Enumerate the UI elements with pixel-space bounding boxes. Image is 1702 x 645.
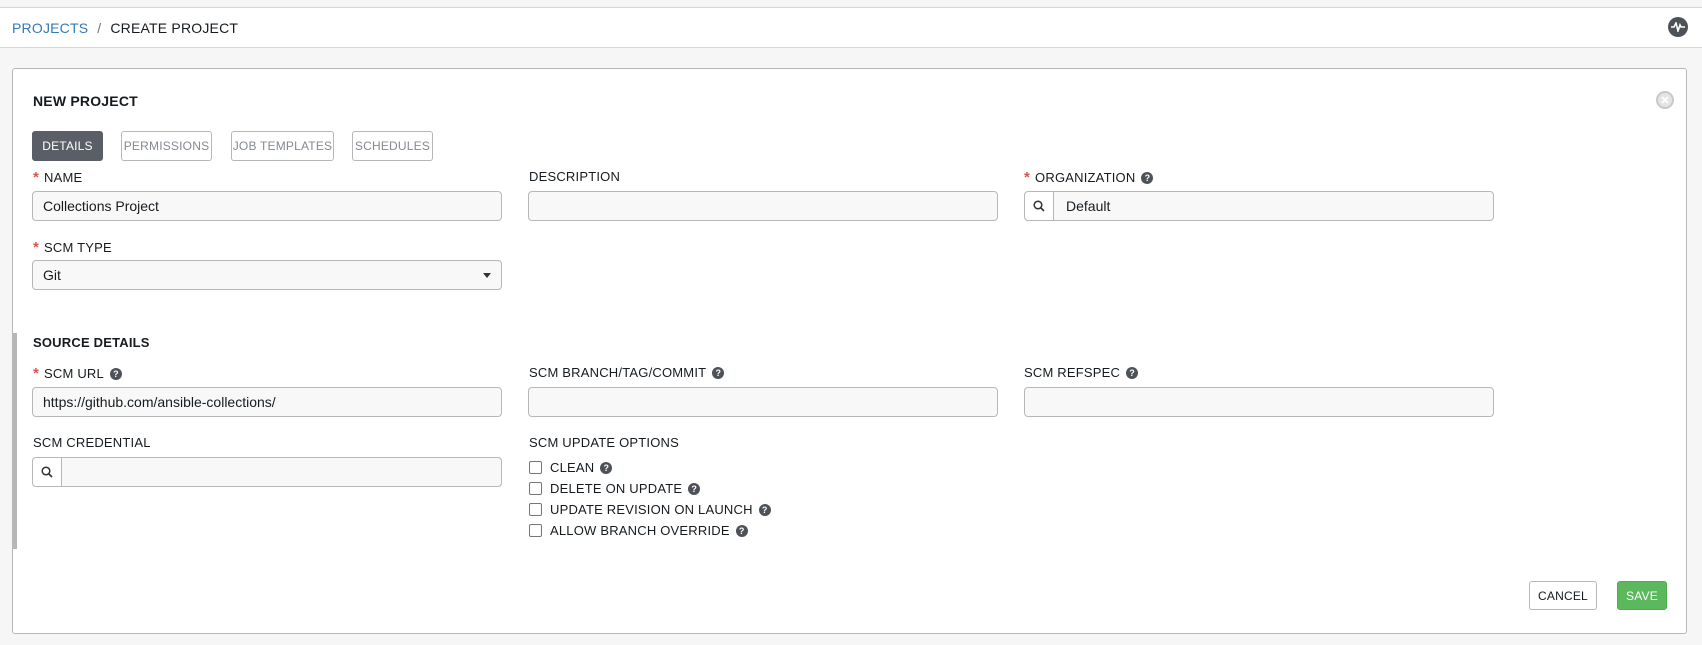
name-input[interactable] [32,191,502,221]
scm-credential-search-button[interactable] [33,458,62,486]
required-marker: * [33,239,40,256]
source-details-title: SOURCE DETAILS [33,335,150,350]
help-icon[interactable]: ? [712,366,725,379]
required-marker: * [33,365,40,382]
organization-label-text: ORGANIZATION [1035,170,1136,185]
required-marker: * [33,169,40,186]
organization-input[interactable] [1054,192,1493,220]
option-allow-branch-override: ALLOW BRANCH OVERRIDE ? [529,523,748,538]
tab-job-templates[interactable]: JOB TEMPLATES [231,131,334,161]
scm-branch-label: SCM BRANCH/TAG/COMMIT ? [529,365,725,380]
scm-type-label-text: SCM TYPE [44,240,112,255]
activity-stream-icon[interactable] [1668,17,1688,37]
scm-type-value: Git [43,267,61,283]
scm-credential-label: SCM CREDENTIAL [33,435,151,450]
scm-update-options-label: SCM UPDATE OPTIONS [529,435,679,450]
scm-refspec-label: SCM REFSPEC ? [1024,365,1139,380]
breadcrumb-separator: / [97,19,102,36]
tab-permissions[interactable]: PERMISSIONS [121,131,212,161]
search-icon [1033,200,1045,212]
scm-branch-label-text: SCM BRANCH/TAG/COMMIT [529,365,707,380]
tab-details[interactable]: DETAILS [32,131,103,161]
search-icon [41,466,53,478]
allow-branch-override-checkbox[interactable] [529,524,542,537]
help-icon[interactable]: ? [1126,366,1139,379]
organization-lookup [1024,191,1494,221]
help-icon[interactable]: ? [688,482,701,495]
name-label-text: NAME [44,170,83,185]
help-icon[interactable]: ? [109,367,122,380]
breadcrumb: PROJECTS / CREATE PROJECT [0,8,1702,48]
allow-branch-override-label: ALLOW BRANCH OVERRIDE [550,523,730,538]
option-delete-on-update: DELETE ON UPDATE ? [529,481,701,496]
update-revision-label: UPDATE REVISION ON LAUNCH [550,502,753,517]
description-label: DESCRIPTION [529,169,620,184]
organization-label: * ORGANIZATION ? [1024,169,1154,186]
organization-search-button[interactable] [1025,192,1054,220]
update-revision-checkbox[interactable] [529,503,542,516]
scm-credential-input[interactable] [62,458,501,486]
scm-url-label-text: SCM URL [44,366,104,381]
help-icon[interactable]: ? [1141,171,1154,184]
save-button[interactable]: SAVE [1617,581,1667,610]
breadcrumb-projects-link[interactable]: PROJECTS [12,20,88,36]
name-label: * NAME [33,169,82,186]
description-input[interactable] [528,191,998,221]
required-marker: * [1024,169,1031,186]
source-details-indicator [12,333,17,549]
option-update-revision: UPDATE REVISION ON LAUNCH ? [529,502,771,517]
cancel-button[interactable]: CANCEL [1529,581,1597,610]
scm-update-options-label-text: SCM UPDATE OPTIONS [529,435,679,450]
scm-credential-label-text: SCM CREDENTIAL [33,435,151,450]
scm-url-label: * SCM URL ? [33,365,122,382]
breadcrumb-current: CREATE PROJECT [110,19,239,36]
help-icon[interactable]: ? [735,524,748,537]
chevron-down-icon [483,272,491,278]
option-clean: CLEAN ? [529,460,613,475]
clean-label: CLEAN [550,460,595,475]
delete-on-update-label: DELETE ON UPDATE [550,481,683,496]
close-icon[interactable] [1656,91,1674,109]
scm-type-label: * SCM TYPE [33,239,112,256]
new-project-panel: NEW PROJECT DETAILS PERMISSIONS JOB TEMP… [12,68,1687,634]
scm-type-select[interactable]: Git [32,260,502,290]
scm-credential-lookup [32,457,502,487]
scm-url-input[interactable] [32,387,502,417]
scm-refspec-input[interactable] [1024,387,1494,417]
scm-branch-input[interactable] [528,387,998,417]
delete-on-update-checkbox[interactable] [529,482,542,495]
clean-checkbox[interactable] [529,461,542,474]
description-label-text: DESCRIPTION [529,169,621,184]
help-icon[interactable]: ? [600,461,613,474]
tab-schedules[interactable]: SCHEDULES [352,131,433,161]
help-icon[interactable]: ? [758,503,771,516]
panel-title: NEW PROJECT [33,93,138,109]
scm-refspec-label-text: SCM REFSPEC [1024,365,1121,380]
